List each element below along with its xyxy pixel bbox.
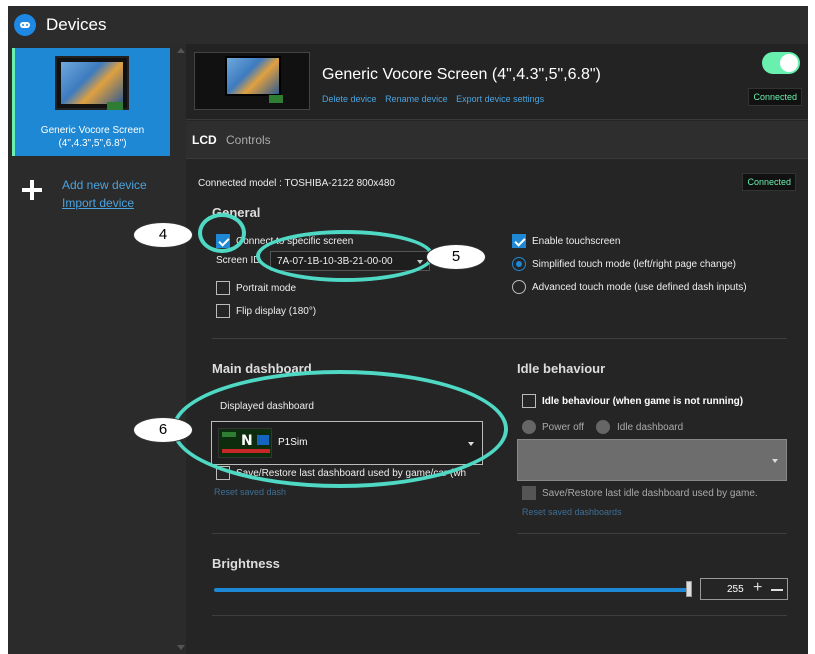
device-item-label: Generic Vocore Screen (4",4.3",5",6.8") <box>40 125 145 149</box>
device-header-thumbnail <box>194 52 310 110</box>
scroll-up-icon[interactable] <box>177 48 185 53</box>
devices-window: Devices Generic Vocore Screen (4",4.3",5… <box>8 6 808 654</box>
section-divider <box>517 533 787 534</box>
idle-behaviour-label: Idle behaviour (when game is not running… <box>542 396 744 407</box>
screen-id-label: Screen ID <box>216 255 261 266</box>
flip-display-label: Flip display (180°) <box>236 306 317 317</box>
power-off-radio[interactable] <box>522 420 536 434</box>
annotation-callout-6: 6 <box>133 417 193 443</box>
brightness-slider[interactable] <box>214 588 690 592</box>
section-divider <box>212 338 787 339</box>
add-new-device-link[interactable]: Add new device <box>62 178 147 192</box>
device-actions: Delete device Rename device Export devic… <box>322 94 550 104</box>
idle-dashboard-radio[interactable] <box>596 420 610 434</box>
save-restore-idle-checkbox[interactable] <box>522 486 536 500</box>
enable-touchscreen-label: Enable touchscreen <box>532 236 621 247</box>
annotation-ring-5 <box>256 230 434 282</box>
chevron-down-icon <box>772 459 778 463</box>
device-detail-panel: Generic Vocore Screen (4",4.3",5",6.8") … <box>186 44 808 654</box>
annotation-callout-5: 5 <box>426 244 486 270</box>
device-list-item-selected[interactable]: Generic Vocore Screen (4",4.3",5",6.8") <box>12 48 170 156</box>
idle-dashboard-label: Idle dashboard <box>617 422 684 433</box>
export-device-settings-link[interactable]: Export device settings <box>456 94 544 104</box>
brightness-title: Brightness <box>212 556 280 571</box>
gamepad-icon <box>14 14 36 36</box>
brightness-slider-handle[interactable] <box>686 581 692 597</box>
tab-lcd[interactable]: LCD <box>192 133 217 147</box>
section-divider <box>212 533 480 534</box>
reset-saved-idle-dashboards-link[interactable]: Reset saved dashboards <box>522 507 622 517</box>
idle-behaviour-checkbox[interactable] <box>522 394 536 408</box>
title-bar: Devices <box>8 6 808 44</box>
delete-device-link[interactable]: Delete device <box>322 94 377 104</box>
status-badge: Connected <box>748 88 802 106</box>
power-off-label: Power off <box>542 422 585 433</box>
rename-device-link[interactable]: Rename device <box>385 94 448 104</box>
idle-behaviour-title: Idle behaviour <box>517 361 606 376</box>
tab-bar: LCD Controls <box>186 121 808 159</box>
device-enabled-toggle[interactable] <box>762 52 800 74</box>
sidebar-scrollbar[interactable] <box>174 44 186 654</box>
save-restore-idle-label: Save/Restore last idle dashboard used by… <box>542 488 758 499</box>
lcd-status-badge: Connected <box>742 173 796 191</box>
plus-icon[interactable]: + <box>753 579 762 597</box>
device-thumbnail <box>55 56 129 110</box>
minus-icon[interactable] <box>771 589 783 591</box>
simplified-touch-radio[interactable] <box>512 257 526 271</box>
simplified-touch-label: Simplified touch mode (left/right page c… <box>532 259 737 270</box>
import-device-link[interactable]: Import device <box>62 196 134 210</box>
annotation-ring-4 <box>198 213 246 253</box>
plus-icon[interactable] <box>20 178 44 202</box>
device-title: Generic Vocore Screen (4",4.3",5",6.8") <box>322 66 601 83</box>
annotation-ring-6 <box>172 370 508 488</box>
window-title: Devices <box>46 15 107 34</box>
brightness-stepper[interactable]: 255 + <box>700 578 788 600</box>
section-divider <box>212 615 787 616</box>
idle-dashboard-select[interactable] <box>517 439 787 481</box>
advanced-touch-label: Advanced touch mode (use defined dash in… <box>532 282 747 293</box>
annotation-callout-4: 4 <box>133 222 193 248</box>
enable-touchscreen-checkbox[interactable] <box>512 234 526 248</box>
connected-model-text: Connected model : TOSHIBA-2122 800x480 <box>198 178 395 189</box>
scroll-down-icon[interactable] <box>177 645 185 650</box>
add-device-area: Add new device Import device <box>20 170 170 222</box>
device-header: Generic Vocore Screen (4",4.3",5",6.8") … <box>186 44 808 120</box>
portrait-mode-label: Portrait mode <box>236 283 297 294</box>
brightness-value: 255 <box>727 584 744 595</box>
reset-saved-dashboards-link[interactable]: Reset saved dash <box>214 487 286 497</box>
tab-controls[interactable]: Controls <box>226 133 271 147</box>
advanced-touch-radio[interactable] <box>512 280 526 294</box>
portrait-mode-checkbox[interactable] <box>216 281 230 295</box>
flip-display-checkbox[interactable] <box>216 304 230 318</box>
device-sidebar: Generic Vocore Screen (4",4.3",5",6.8") … <box>8 44 186 654</box>
